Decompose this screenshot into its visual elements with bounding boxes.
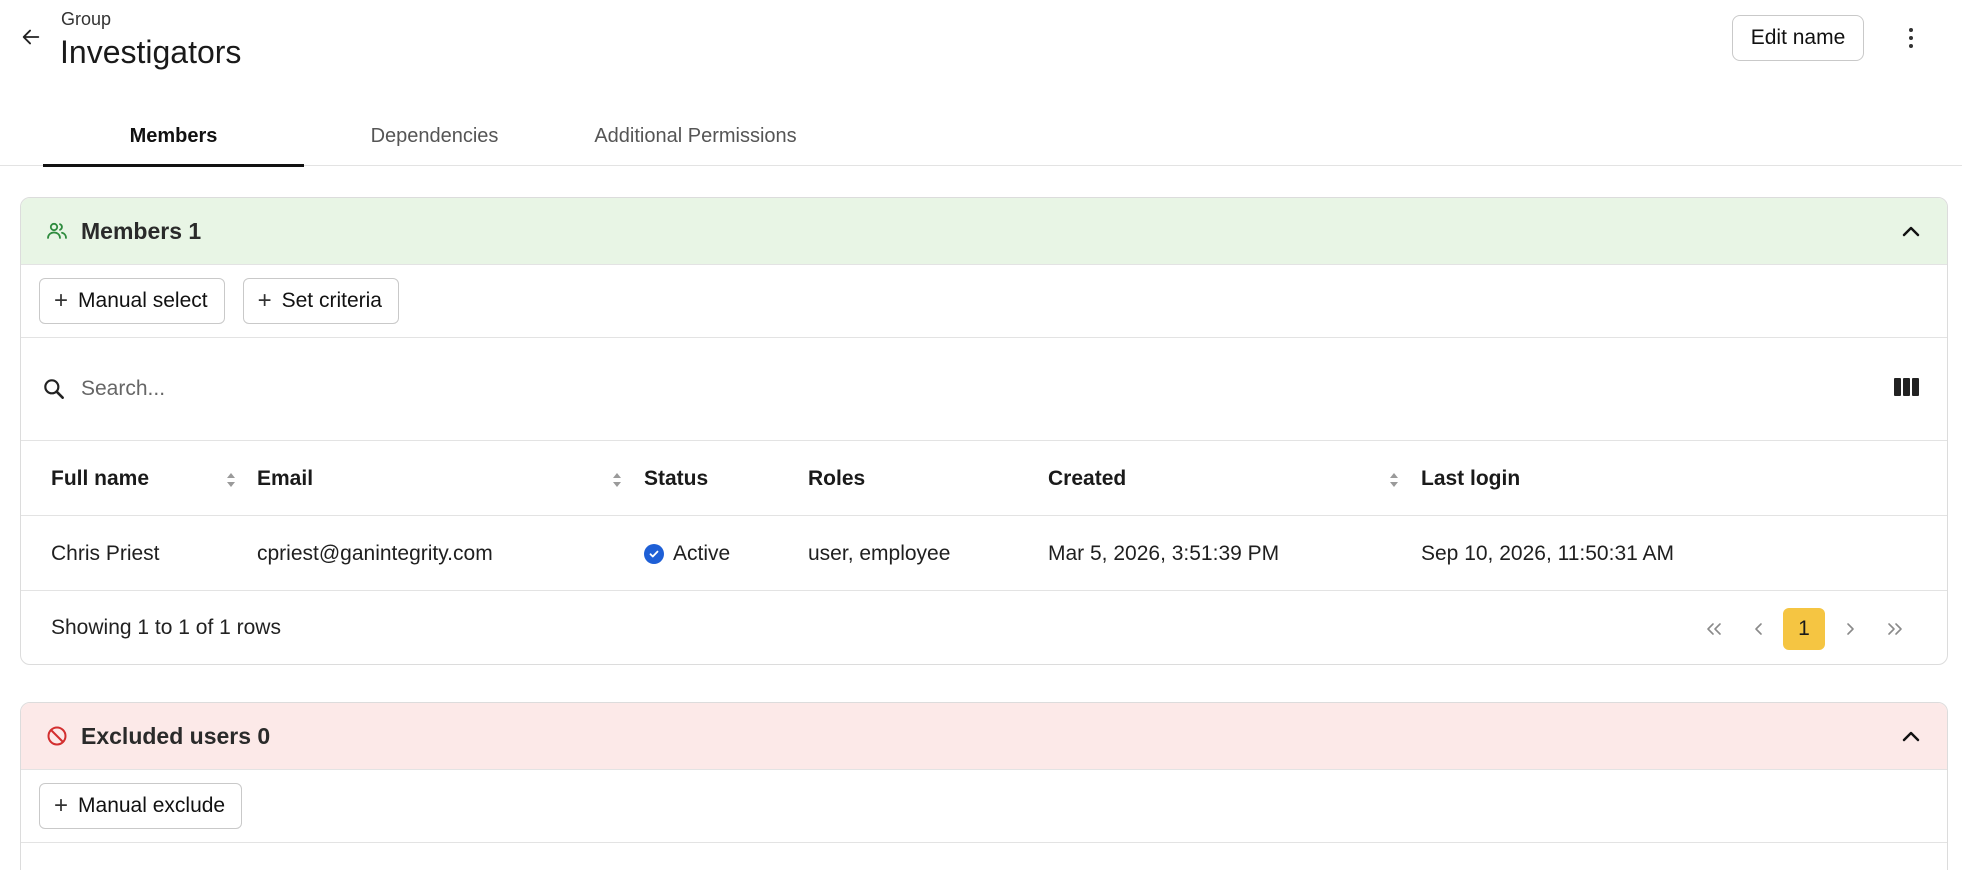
excluded-card: Excluded users 0 + Manual exclude (20, 702, 1948, 870)
cell-last-login: Sep 10, 2026, 11:50:31 AM (1421, 541, 1674, 565)
last-page-button[interactable] (1872, 608, 1917, 650)
chevron-up-icon (1902, 226, 1920, 237)
manual-exclude-label: Manual exclude (78, 794, 226, 817)
tab-members[interactable]: Members (43, 108, 304, 167)
cell-full-name: Chris Priest (51, 541, 160, 565)
plus-icon: + (257, 287, 272, 314)
chevron-left-icon (1754, 623, 1762, 635)
members-card-header[interactable]: Members 1 (21, 198, 1947, 265)
page-title: Investigators (60, 34, 242, 70)
chevron-right-icon (1846, 623, 1854, 635)
sort-icon[interactable] (1388, 472, 1400, 488)
users-icon (47, 222, 67, 239)
cell-roles: user, employee (808, 541, 951, 565)
manual-select-label: Manual select (78, 289, 208, 312)
sort-icon[interactable] (611, 472, 623, 488)
tab-dependencies[interactable]: Dependencies (304, 108, 565, 165)
search-icon (44, 379, 64, 399)
cell-email: cpriest@ganintegrity.com (257, 541, 493, 565)
first-page-button[interactable] (1691, 608, 1736, 650)
col-last-login: Last login (1421, 466, 1521, 490)
table-footer: Showing 1 to 1 of 1 rows 1 (21, 591, 1947, 664)
search-bar (21, 338, 1947, 441)
members-card-title: Members 1 (81, 217, 202, 244)
col-created[interactable]: Created (1048, 441, 1126, 516)
chevrons-right-icon (1887, 623, 1902, 635)
members-card: Members 1 + Manual select + Set criteria… (20, 197, 1948, 665)
chevron-up-icon (1902, 731, 1920, 742)
set-criteria-label: Set criteria (281, 289, 382, 312)
excluded-card-title: Excluded users 0 (81, 722, 271, 749)
col-full-name[interactable]: Full name (51, 441, 149, 516)
next-page-button[interactable] (1827, 608, 1872, 650)
sort-icon[interactable] (225, 472, 237, 488)
search-input[interactable] (81, 377, 1681, 401)
set-criteria-button[interactable]: + Set criteria (242, 278, 399, 324)
table-row[interactable]: Chris Priest cpriest@ganintegrity.com Ac… (21, 516, 1947, 591)
prev-page-button[interactable] (1736, 608, 1781, 650)
check-circle-icon (644, 543, 664, 564)
cell-created: Mar 5, 2026, 3:51:39 PM (1048, 541, 1280, 565)
page-1-button[interactable]: 1 (1783, 608, 1825, 650)
manual-exclude-button[interactable]: + Manual exclude (39, 783, 243, 829)
status-label: Active (673, 541, 731, 565)
col-roles: Roles (808, 466, 866, 490)
chevrons-left-icon (1706, 623, 1721, 635)
more-vertical-icon (1909, 28, 1913, 32)
members-actions: + Manual select + Set criteria (21, 265, 1947, 338)
arrow-left-icon (22, 29, 40, 45)
tab-additional-permissions[interactable]: Additional Permissions (565, 108, 826, 165)
members-collapse-button[interactable] (1897, 218, 1925, 246)
columns-icon (1894, 378, 1901, 396)
excluded-card-header[interactable]: Excluded users 0 (21, 703, 1947, 770)
edit-name-button[interactable]: Edit name (1732, 15, 1864, 61)
excluded-actions: + Manual exclude (21, 770, 1947, 843)
col-email[interactable]: Email (257, 441, 313, 516)
columns-button[interactable] (1894, 378, 1919, 396)
table-header: Full name Email Status Roles Created Las… (21, 441, 1947, 516)
rows-summary: Showing 1 to 1 of 1 rows (51, 615, 281, 639)
manual-select-button[interactable]: + Manual select (39, 278, 225, 324)
cell-status: Active (644, 516, 730, 591)
pagination: 1 (1691, 608, 1917, 650)
page-eyebrow: Group (61, 9, 112, 29)
page-header: Group Investigators Edit name (0, 0, 1962, 90)
plus-icon: + (54, 792, 69, 819)
tab-bar: Members Dependencies Additional Permissi… (0, 108, 1962, 167)
more-options-button[interactable] (1898, 20, 1924, 56)
block-icon (47, 726, 67, 746)
plus-icon: + (54, 287, 69, 314)
col-status: Status (644, 466, 709, 490)
back-button[interactable] (18, 24, 44, 50)
excluded-collapse-button[interactable] (1897, 723, 1925, 751)
